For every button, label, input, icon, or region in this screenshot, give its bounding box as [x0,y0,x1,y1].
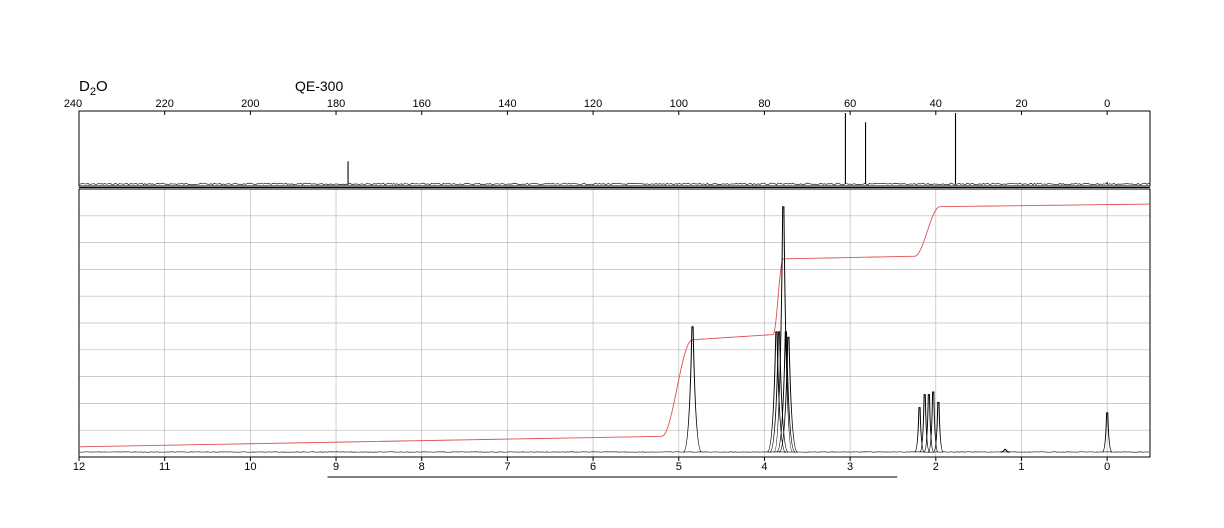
c13-tick-label: 20 [1015,98,1027,110]
h1-tick-label: 7 [504,461,510,473]
solvent-label: D2O [79,78,108,98]
c13-frame [78,110,1151,187]
h1-tick-label: 11 [159,461,170,473]
h1-tick-label: 8 [419,461,425,473]
c13-panel: 240 220 200 180 160 140 120 100 80 60 40 20 0 [64,98,1151,187]
c13-tick-label: 180 [327,98,345,110]
h1-baseline [78,451,1150,453]
solvent-end: O [96,78,108,95]
nmr-spectrum-figure: D2O QE-300 240 220 200 180 160 140 120 100 80 60 4… [64,78,1151,478]
c13-tick-label: 120 [584,98,602,110]
c13-tick-label: 80 [758,98,770,110]
h1-tick-label: 12 [73,461,85,473]
c13-tick-label: 160 [413,98,431,110]
instrument-label: QE-300 [295,78,343,94]
h1-tick-label: 10 [244,461,256,473]
c13-tick-label: 240 [64,98,82,110]
h1-grid [78,189,1150,457]
h1-tick-label: 1 [1018,461,1024,473]
h1-peaks [683,206,1113,453]
h1-tick-label: 2 [933,461,939,473]
h1-tick-label: 9 [333,461,339,473]
h1-tick-label: 3 [847,461,853,473]
h1-peak-0 [683,326,702,453]
c13-axis: 240 220 200 180 160 140 120 100 80 60 40 20 0 [64,98,1110,115]
c13-tick-label: 220 [156,98,174,110]
h1-axis: 12 11 10 9 8 7 6 5 4 3 2 1 0 [73,457,1110,473]
h1-tick-label: 0 [1104,461,1110,473]
c13-tick-label: 140 [498,98,516,110]
h1-integral-curve [78,203,1151,448]
solvent-main: D [79,78,90,95]
c13-tick-label: 200 [241,98,259,110]
c13-tick-label: 40 [930,98,942,110]
h1-tick-label: 4 [761,461,767,473]
h1-tick-label: 5 [676,461,682,473]
c13-baseline [78,182,1151,186]
c13-tick-label: 100 [670,98,688,110]
c13-tick-label: 60 [844,98,856,110]
h1-tick-label: 6 [590,461,596,473]
h1-panel: 12 11 10 9 8 7 6 5 4 3 2 1 0 [73,187,1151,478]
c13-tick-label: 0 [1104,98,1110,110]
c13-peaks [347,113,1108,184]
